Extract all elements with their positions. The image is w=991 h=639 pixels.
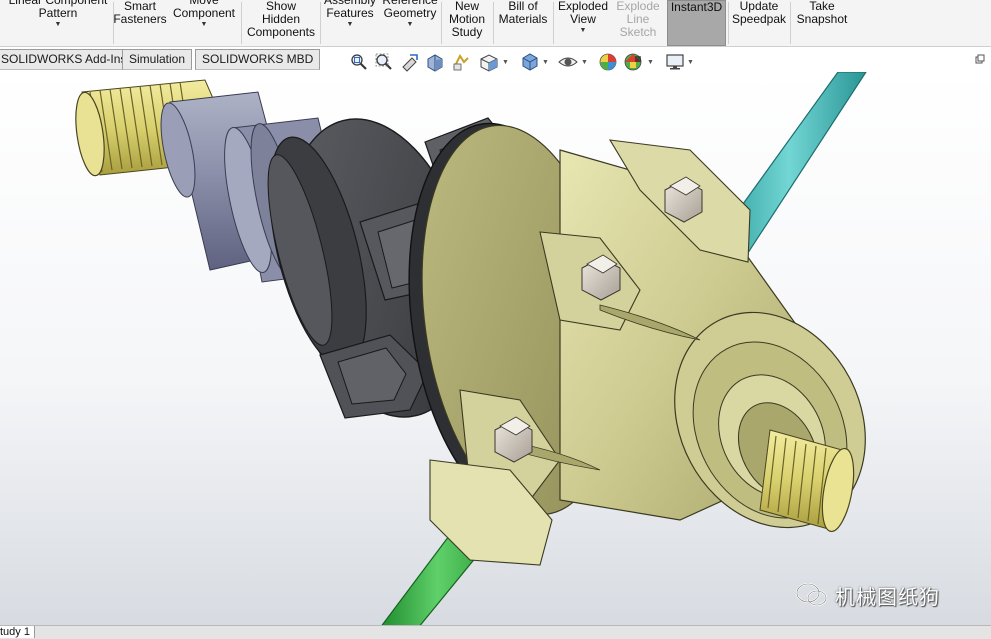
new-motion-study-label: New Motion Study — [448, 0, 486, 39]
watermark-text: 机械图纸狗 — [835, 584, 940, 609]
view-orientation-button[interactable]: ▼ — [478, 52, 509, 72]
linear-component-pattern-button[interactable]: Linear Component Pattern ▼ — [4, 0, 112, 40]
move-component-button[interactable]: Move Component ▼ — [168, 0, 240, 40]
update-speedpak-label: Update Speedpak — [731, 0, 787, 26]
ribbon-separator — [728, 2, 729, 44]
view-settings-icon — [666, 54, 684, 70]
take-snapshot-button[interactable]: Take Snapshot — [792, 0, 852, 46]
hide-show-items-button[interactable]: ▼ — [557, 52, 588, 72]
bill-of-materials-label: Bill of Materials — [498, 0, 548, 26]
display-style-button[interactable]: ▼ — [520, 52, 549, 72]
apply-scene-icon — [624, 53, 642, 71]
ribbon-separator — [553, 2, 554, 44]
section-view-icon — [427, 54, 443, 72]
apply-scene-button[interactable]: ▼ — [623, 52, 654, 72]
chevron-down-icon[interactable]: ▼ — [542, 59, 549, 66]
update-speedpak-button[interactable]: Update Speedpak — [730, 0, 788, 46]
chevron-down-icon[interactable]: ▼ — [687, 59, 694, 66]
explode-line-sketch-button[interactable]: Explode Line Sketch — [611, 0, 665, 46]
assembly-model[interactable] — [0, 72, 991, 628]
chevron-down-icon[interactable]: ▼ — [55, 21, 62, 29]
bottom-tab-bar: tudy 1 — [0, 625, 991, 639]
reference-geometry-label: Reference Geometry — [382, 0, 438, 20]
command-manager-ribbon: Linear Component Pattern ▼ Smart Fastene… — [0, 0, 991, 47]
assembly-features-button[interactable]: Assembly Features ▼ — [322, 0, 378, 40]
dynamic-annotation-views-icon — [453, 54, 469, 71]
edit-appearance-button[interactable] — [598, 52, 618, 72]
wechat-logo-icon — [796, 583, 827, 606]
show-hidden-components-button[interactable]: Show Hidden Components — [244, 0, 318, 46]
take-snapshot-label: Take Snapshot — [796, 0, 848, 26]
ribbon-separator — [241, 2, 242, 44]
tab-simulation[interactable]: Simulation — [122, 49, 193, 70]
chevron-down-icon[interactable]: ▼ — [581, 59, 588, 66]
chevron-down-icon[interactable]: ▼ — [347, 21, 354, 29]
reference-geometry-button[interactable]: Reference Geometry ▼ — [380, 0, 440, 40]
ribbon-separator — [320, 2, 321, 44]
window-restore-icon[interactable] — [975, 54, 985, 64]
dynamic-annotation-views-button[interactable] — [451, 52, 471, 72]
assembly-features-label: Assembly Features — [323, 0, 376, 20]
zoom-to-area-icon — [375, 53, 392, 70]
instant3d-button[interactable]: Instant3D — [667, 0, 726, 46]
zoom-to-fit-button[interactable] — [349, 52, 369, 72]
exploded-view-button[interactable]: Exploded View ▼ — [555, 0, 611, 46]
hide-show-items-icon — [558, 57, 578, 67]
ribbon-separator — [790, 2, 791, 44]
bill-of-materials-button[interactable]: Bill of Materials — [495, 0, 551, 46]
move-component-label: Move Component — [172, 0, 236, 20]
tab-motion-study[interactable]: tudy 1 — [0, 626, 35, 638]
zoom-to-area-button[interactable] — [374, 52, 394, 72]
chevron-down-icon[interactable]: ▼ — [580, 27, 587, 35]
zoom-to-fit-icon — [351, 54, 367, 70]
exploded-view-label: Exploded View — [557, 0, 609, 26]
ribbon-separator — [441, 2, 442, 44]
section-view-button[interactable] — [425, 52, 445, 72]
chevron-down-icon[interactable]: ▼ — [201, 21, 208, 29]
display-style-icon — [522, 53, 538, 71]
previous-view-button[interactable] — [400, 52, 420, 72]
new-motion-study-button[interactable]: New Motion Study — [443, 0, 491, 46]
tab-solidworks-mbd[interactable]: SOLIDWORKS MBD — [195, 49, 321, 70]
graphics-area[interactable]: x — [0, 72, 991, 628]
linear-component-pattern-label: Linear Component Pattern — [8, 0, 108, 20]
instant3d-label: Instant3D — [670, 0, 723, 14]
smart-fasteners-button[interactable]: Smart Fasteners — [113, 0, 167, 46]
chevron-down-icon[interactable]: ▼ — [647, 59, 654, 66]
tab-solidworks-add-ins[interactable]: SOLIDWORKS Add-Ins — [0, 49, 134, 70]
explode-line-sketch-label: Explode Line Sketch — [616, 0, 660, 39]
view-settings-button[interactable]: ▼ — [665, 52, 694, 72]
smart-fasteners-label: Smart Fasteners — [113, 0, 167, 26]
watermark: 机械图纸狗 — [795, 580, 940, 610]
chevron-down-icon[interactable]: ▼ — [407, 21, 414, 29]
ribbon-separator — [493, 2, 494, 44]
previous-view-icon — [402, 54, 418, 72]
show-hidden-components-label: Show Hidden Components — [246, 0, 316, 39]
edit-appearance-icon — [599, 53, 617, 71]
chevron-down-icon[interactable]: ▼ — [502, 59, 509, 66]
view-orientation-icon — [480, 54, 498, 72]
